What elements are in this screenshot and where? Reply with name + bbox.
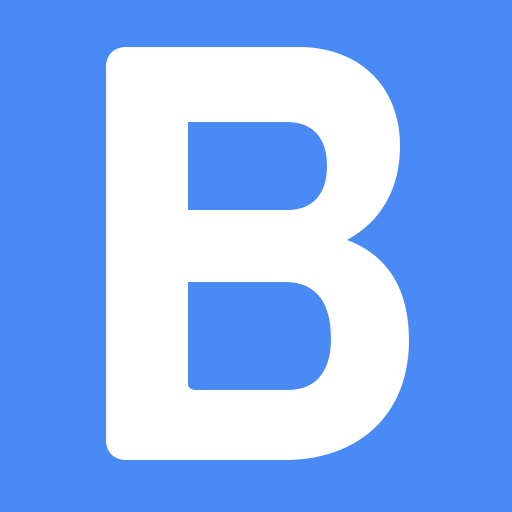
- app-icon: [0, 0, 512, 512]
- letter-b-icon: [106, 47, 409, 460]
